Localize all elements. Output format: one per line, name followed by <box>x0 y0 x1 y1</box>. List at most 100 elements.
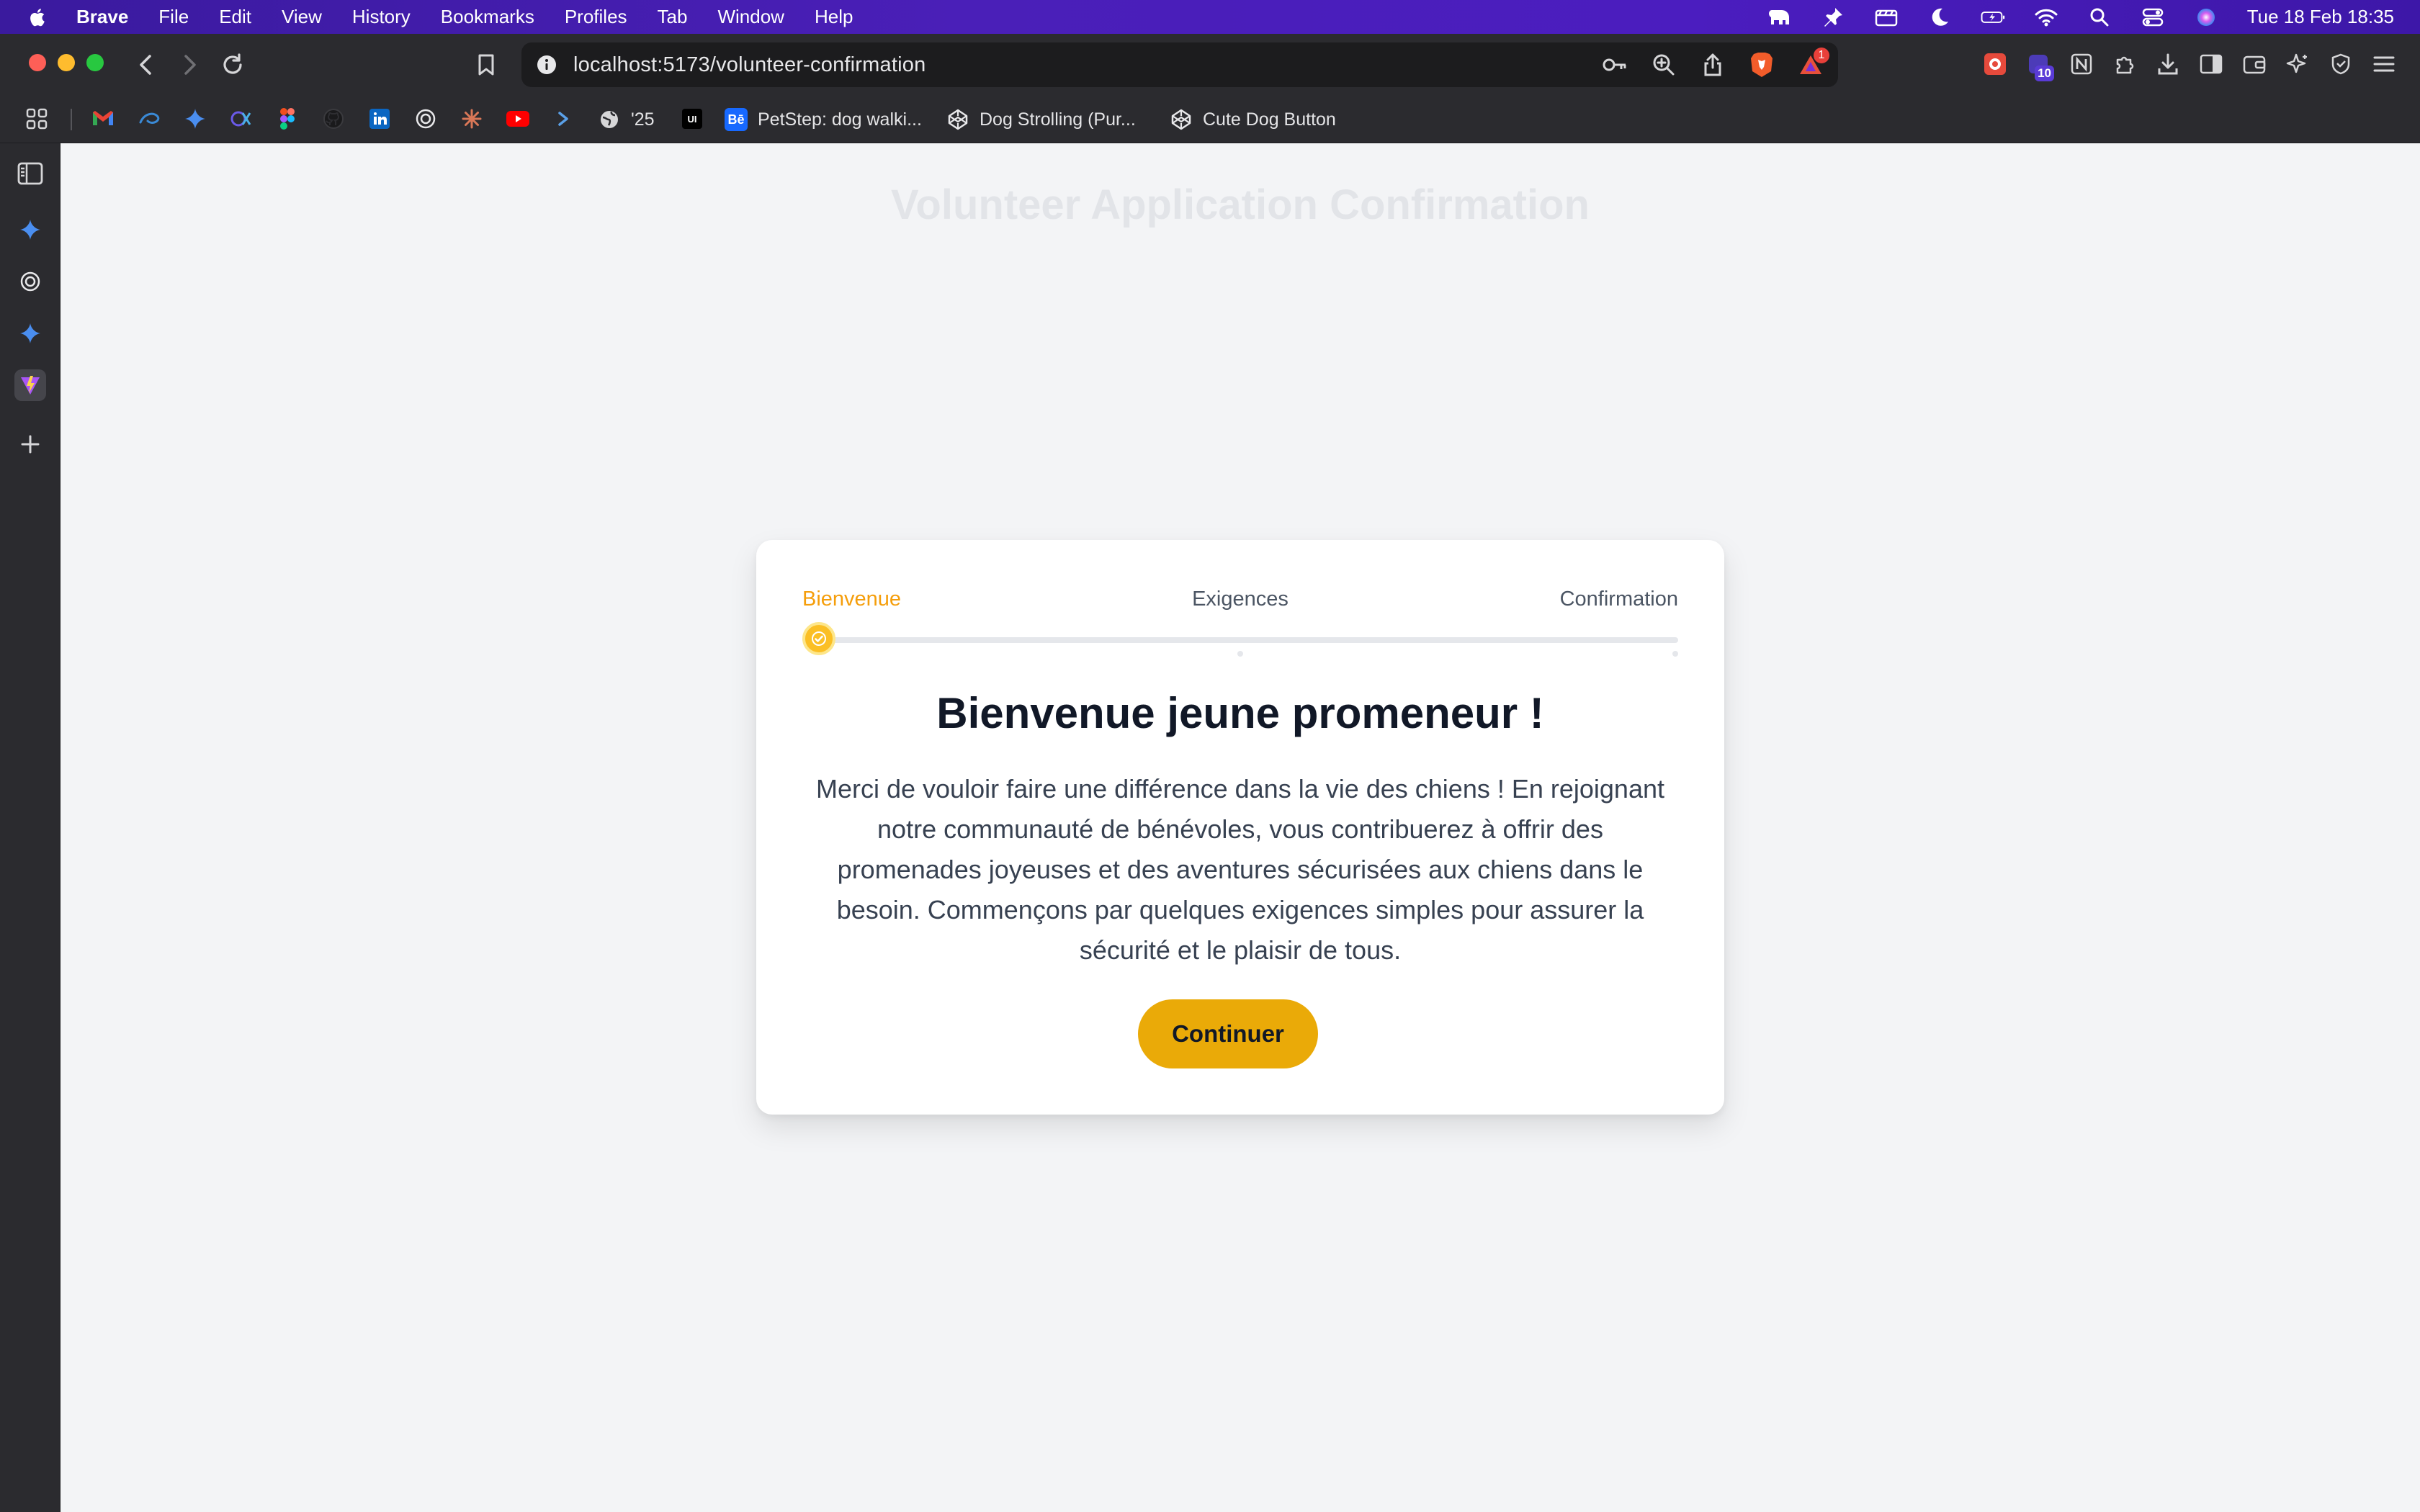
step-label-requirements[interactable]: Exigences <box>1192 588 1289 611</box>
youtube-icon[interactable] <box>506 107 530 131</box>
apple-icon[interactable] <box>27 6 49 28</box>
card-heading: Bienvenue jeune promeneur ! <box>936 689 1544 737</box>
menubar-clock[interactable]: Tue 18 Feb 18:35 <box>2247 6 2394 28</box>
bookmark-swirl-icon[interactable] <box>137 107 161 131</box>
menu-app-name[interactable]: Brave <box>76 6 128 28</box>
menu-history[interactable]: History <box>352 6 411 28</box>
macos-menubar: Brave File Edit View History Bookmarks P… <box>0 0 2420 34</box>
globe-icon <box>598 108 621 131</box>
brave-shields-icon[interactable] <box>1747 50 1776 79</box>
extension-badge: 10 <box>2035 66 2054 81</box>
bookmark-dog-strolling[interactable]: Dog Strolling (Pur... <box>946 105 1136 134</box>
step-label-welcome[interactable]: Bienvenue <box>802 588 901 611</box>
menu-help[interactable]: Help <box>815 6 853 28</box>
leo-ai-icon[interactable] <box>2283 48 2312 80</box>
control-center-icon[interactable] <box>2141 6 2165 28</box>
extensions-toolbar: 10 <box>1981 48 2398 81</box>
menu-file[interactable]: File <box>158 6 189 28</box>
svg-text:UI: UI <box>688 114 697 125</box>
stepper-labels: Bienvenue Exigences Confirmation <box>802 588 1678 616</box>
address-bar[interactable]: localhost:5173/volunteer-confirmation 1 <box>521 42 1838 87</box>
sidebar-toggle-icon[interactable] <box>2197 48 2226 80</box>
bookmark-petstep-label: PetStep: dog walki... <box>758 109 922 130</box>
menu-tab[interactable]: Tab <box>658 6 688 28</box>
claude-icon[interactable] <box>460 107 484 131</box>
behance-icon: Bē <box>725 108 748 131</box>
step-dot-requirements <box>1237 651 1243 657</box>
share-icon[interactable] <box>1698 50 1727 79</box>
site-info-icon[interactable] <box>536 54 557 76</box>
minimize-window-button[interactable] <box>58 54 75 71</box>
sidebar-gemini-icon[interactable] <box>14 214 46 246</box>
apps-grid-icon[interactable] <box>24 107 49 131</box>
bookmarks-divider <box>71 109 72 130</box>
continue-button[interactable]: Continuer <box>1138 999 1318 1068</box>
ui-bookmark-icon[interactable]: UI <box>680 107 704 131</box>
bookmark-dog-strolling-label: Dog Strolling (Pur... <box>980 109 1136 130</box>
zoom-icon[interactable] <box>1649 50 1678 79</box>
rewards-badge: 1 <box>1814 48 1829 63</box>
battery-icon[interactable] <box>1981 6 2005 28</box>
sidebar-vite-icon[interactable] <box>14 369 46 401</box>
bookmarks-bar: '25 UI Bē PetStep: dog walki... Dog Strol… <box>0 96 2420 143</box>
wifi-icon[interactable] <box>2034 6 2058 28</box>
page-title: Volunteer Application Confirmation <box>891 181 1590 228</box>
sidebar-gemini-2-icon[interactable] <box>14 318 46 349</box>
extensions-puzzle-icon[interactable] <box>2110 48 2139 80</box>
moon-icon[interactable] <box>1927 6 1952 28</box>
gemini-icon[interactable] <box>183 107 207 131</box>
notion-icon[interactable] <box>2067 48 2096 80</box>
bookmark-arrow-icon[interactable] <box>552 107 576 131</box>
key-icon[interactable] <box>1600 50 1629 79</box>
spotlight-search-icon[interactable] <box>2087 6 2112 28</box>
url-text[interactable]: localhost:5173/volunteer-confirmation <box>573 53 926 77</box>
step-marker-current <box>802 622 835 655</box>
bookmark-ux-icon[interactable] <box>229 107 254 131</box>
forward-button[interactable] <box>176 51 203 78</box>
brave-rewards-icon[interactable]: 1 <box>1796 48 1829 79</box>
progress-track <box>802 637 1678 643</box>
sidebar-panel-icon[interactable] <box>14 158 46 189</box>
bookmark-cute-dog-button[interactable]: Cute Dog Button <box>1170 105 1336 134</box>
figma-icon[interactable] <box>275 107 300 131</box>
clapper-icon[interactable] <box>1874 6 1899 28</box>
codepen-icon <box>1170 108 1193 131</box>
menu-hamburger-icon[interactable] <box>2370 48 2398 80</box>
bookmark-page-icon[interactable] <box>472 51 500 78</box>
address-bar-actions: 1 <box>1600 42 1829 87</box>
window-controls <box>29 54 104 71</box>
elephant-icon[interactable] <box>1767 6 1792 28</box>
step-label-confirmation[interactable]: Confirmation <box>1560 588 1678 611</box>
extension-counter-icon[interactable]: 10 <box>2024 48 2054 81</box>
downloads-icon[interactable] <box>2154 48 2182 80</box>
menu-edit[interactable]: Edit <box>219 6 251 28</box>
linkedin-icon[interactable] <box>367 107 392 131</box>
bookmark-petstep[interactable]: Bē PetStep: dog walki... <box>725 105 922 134</box>
zoom-window-button[interactable] <box>86 54 104 71</box>
gmail-icon[interactable] <box>91 107 115 131</box>
siri-icon[interactable] <box>2194 6 2218 28</box>
menu-view[interactable]: View <box>282 6 322 28</box>
browser-sidebar <box>0 143 60 1512</box>
close-window-button[interactable] <box>29 54 46 71</box>
bookmark-2025[interactable]: '25 <box>598 105 655 134</box>
browser-toolbar: localhost:5173/volunteer-confirmation 1 … <box>0 34 2420 96</box>
step-dot-confirmation <box>1672 651 1678 657</box>
vpn-shield-icon[interactable] <box>2326 48 2355 80</box>
sidebar-add-icon[interactable] <box>14 428 46 460</box>
bookmark-cute-dog-button-label: Cute Dog Button <box>1203 109 1336 130</box>
github-icon[interactable] <box>321 107 346 131</box>
reload-button[interactable] <box>219 51 246 78</box>
extension-red-icon[interactable] <box>1981 48 2009 80</box>
onboarding-card: Bienvenue Exigences Confirmation Bienven… <box>756 540 1724 1115</box>
menu-profiles[interactable]: Profiles <box>565 6 627 28</box>
wallet-icon[interactable] <box>2240 48 2269 80</box>
chatgpt-icon[interactable] <box>413 107 438 131</box>
pin-icon[interactable] <box>1821 6 1845 28</box>
menu-bookmarks[interactable]: Bookmarks <box>441 6 534 28</box>
back-button[interactable] <box>133 51 160 78</box>
menu-window[interactable]: Window <box>717 6 784 28</box>
check-icon <box>812 631 826 646</box>
sidebar-chatgpt-icon[interactable] <box>14 266 46 297</box>
status-icons: Tue 18 Feb 18:35 <box>1767 0 2394 34</box>
